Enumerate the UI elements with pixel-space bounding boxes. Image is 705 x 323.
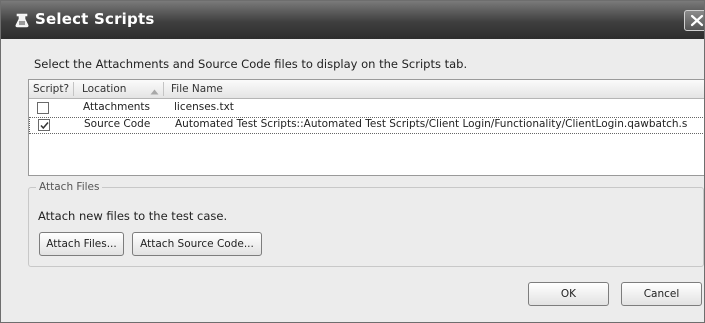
select-scripts-dialog: Select Scripts Select the Attachments an… <box>0 0 705 323</box>
column-divider[interactable] <box>163 82 164 96</box>
column-header-script[interactable]: Script? <box>33 83 69 95</box>
script-checkbox[interactable] <box>37 102 49 114</box>
dialog-title: Select Scripts <box>35 10 155 28</box>
attach-files-group <box>28 187 704 267</box>
column-header-location[interactable]: Location <box>82 83 126 95</box>
location-cell: Source Code <box>84 118 151 130</box>
title-bar[interactable]: Select Scripts <box>1 1 704 39</box>
column-header-file-name[interactable]: File Name <box>171 83 223 95</box>
table-row[interactable]: Attachments licenses.txt <box>29 100 704 117</box>
close-button[interactable] <box>684 10 704 31</box>
attach-files-button[interactable]: Attach Files... <box>39 232 124 256</box>
column-divider[interactable] <box>73 82 74 96</box>
sort-ascending-icon <box>150 85 159 98</box>
attach-files-description: Attach new files to the test case. <box>38 209 228 223</box>
cancel-button[interactable]: Cancel <box>621 282 702 306</box>
location-cell: Attachments <box>83 101 151 113</box>
scripts-table: Script? Location File Name Attachments l… <box>28 79 704 176</box>
attach-files-legend: Attach Files <box>36 181 103 193</box>
instructions-text: Select the Attachments and Source Code f… <box>34 57 468 71</box>
script-checkbox[interactable] <box>38 119 50 131</box>
table-header: Script? Location File Name <box>29 80 704 99</box>
ok-button[interactable]: OK <box>528 282 609 306</box>
table-row[interactable]: Source Code Automated Test Scripts::Auto… <box>29 117 704 134</box>
flask-icon <box>14 12 30 28</box>
file-name-cell: Automated Test Scripts::Automated Test S… <box>175 118 688 130</box>
attach-source-code-button[interactable]: Attach Source Code... <box>132 232 262 256</box>
file-name-cell: licenses.txt <box>174 101 234 113</box>
checkmark-icon <box>40 122 49 130</box>
